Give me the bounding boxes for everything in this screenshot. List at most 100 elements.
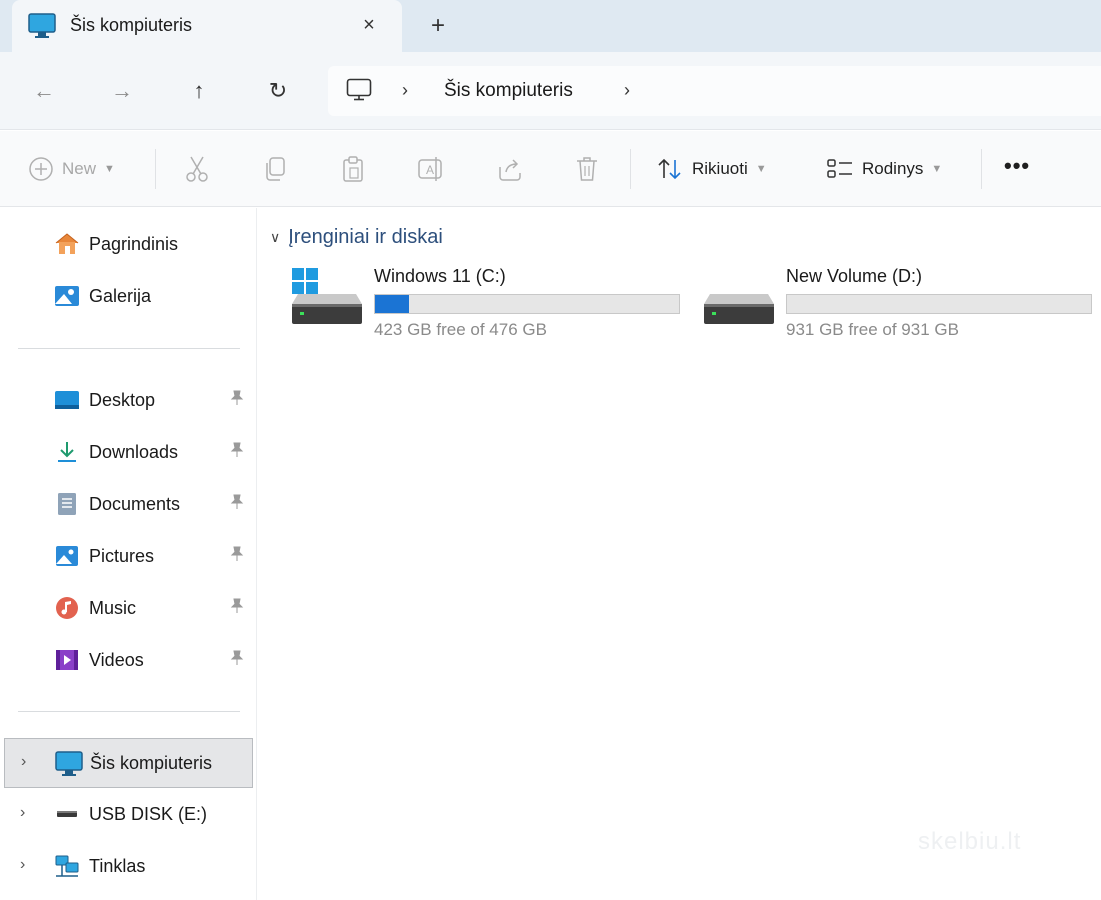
sidebar-item-home[interactable]: Pagrindinis	[0, 222, 257, 266]
forward-button[interactable]: →	[106, 75, 138, 107]
navigation-pane: Pagrindinis Galerija Desktop Downloads D…	[0, 208, 257, 900]
more-options-button[interactable]: •••	[1004, 153, 1030, 179]
sidebar-item-label: Pictures	[89, 546, 155, 566]
tab-this-pc[interactable]: Šis kompiuteris ×	[12, 0, 402, 52]
drive-usage-bar	[374, 294, 680, 314]
sort-arrows-icon	[658, 158, 681, 180]
chevron-right-icon[interactable]: ›	[20, 856, 25, 874]
content-pane: ∨ Įrenginiai ir diskai Windows 11 (C:) 4…	[258, 208, 1101, 900]
chevron-right-icon[interactable]: ›	[20, 804, 25, 822]
monitor-icon	[55, 751, 83, 776]
trash-icon	[577, 157, 597, 181]
drive-usage-bar	[786, 294, 1092, 314]
pin-icon[interactable]	[230, 650, 244, 669]
pictures-icon	[54, 544, 80, 568]
chevron-down-icon[interactable]: ∨	[270, 229, 280, 246]
command-bar: New ▼ A Rikiuoti ▼ Rodinys ▼ •••	[0, 131, 1101, 207]
rename-icon: A	[418, 157, 442, 181]
sort-button[interactable]: Rikiuoti ▼	[656, 153, 767, 185]
close-icon[interactable]: ×	[356, 10, 382, 40]
monitor-icon	[28, 13, 56, 44]
sidebar-item-downloads[interactable]: Downloads	[0, 430, 257, 474]
sidebar-item-label: Videos	[89, 650, 144, 670]
pin-icon[interactable]	[230, 390, 244, 409]
drive-name: New Volume (D:)	[786, 266, 923, 286]
divider	[630, 149, 631, 189]
watermark: skelbiu.lt	[918, 828, 1022, 855]
share-button[interactable]	[496, 153, 524, 185]
title-tab-bar: Šis kompiuteris × +	[0, 0, 1101, 52]
view-button[interactable]: Rodinys ▼	[826, 153, 942, 185]
paste-button[interactable]	[340, 153, 366, 185]
divider	[18, 711, 240, 712]
divider	[981, 149, 982, 189]
desktop-icon	[54, 388, 80, 412]
chevron-right-icon[interactable]: ›	[21, 753, 26, 771]
sidebar-item-label: Tinklas	[89, 856, 146, 876]
videos-icon	[54, 648, 80, 672]
sidebar-item-music[interactable]: Music	[0, 586, 257, 630]
sidebar-item-pictures[interactable]: Pictures	[0, 534, 257, 578]
breadcrumb-separator[interactable]: ›	[624, 80, 630, 101]
breadcrumb-this-pc[interactable]: Šis kompiuteris	[444, 80, 573, 102]
sidebar-item-network[interactable]: › Tinklas	[0, 844, 257, 888]
delete-button[interactable]	[574, 153, 600, 185]
sidebar-item-label: Galerija	[89, 286, 152, 306]
documents-icon	[54, 492, 80, 516]
chevron-down-icon: ▼	[104, 163, 115, 175]
sidebar-item-label: Šis kompiuteris	[90, 753, 213, 773]
group-title: Įrenginiai ir diskai	[288, 226, 443, 248]
view-label: Rodinys	[862, 159, 924, 178]
sidebar-item-documents[interactable]: Documents	[0, 482, 257, 526]
sidebar-item-label: Documents	[89, 494, 181, 514]
pin-icon[interactable]	[230, 442, 244, 461]
cut-button[interactable]	[184, 153, 210, 185]
windows-drive-icon	[292, 264, 366, 331]
new-button[interactable]: New ▼	[28, 153, 115, 185]
navigation-bar: ← → ↑ ↻ › Šis kompiuteris ›	[0, 52, 1101, 130]
copy-button[interactable]	[262, 153, 288, 185]
sidebar-item-label: Downloads	[89, 442, 179, 462]
chevron-down-icon: ▼	[931, 163, 943, 175]
new-tab-button[interactable]: +	[424, 12, 452, 40]
group-header-devices[interactable]: ∨ Įrenginiai ir diskai	[270, 226, 443, 249]
sidebar-item-desktop[interactable]: Desktop	[0, 378, 257, 422]
clipboard-icon	[343, 156, 363, 182]
drive-d[interactable]: New Volume (D:) 931 GB free of 931 GB	[704, 264, 1101, 344]
sidebar-item-label: Music	[89, 598, 137, 618]
sidebar-item-label: USB DISK (E:)	[89, 804, 208, 824]
sidebar-item-this-pc[interactable]: › Šis kompiuteris	[4, 738, 253, 788]
drive-free-space: 423 GB free of 476 GB	[374, 320, 547, 339]
copy-icon	[266, 157, 285, 181]
pin-icon[interactable]	[230, 598, 244, 617]
music-icon	[54, 596, 80, 620]
pin-icon[interactable]	[230, 494, 244, 513]
sidebar-item-usb-disk[interactable]: › USB DISK (E:)	[0, 792, 257, 836]
sidebar-item-label: Desktop	[89, 390, 156, 410]
back-button[interactable]: ←	[28, 75, 60, 107]
drive-c[interactable]: Windows 11 (C:) 423 GB free of 476 GB	[292, 264, 692, 344]
up-button[interactable]: ↑	[183, 75, 215, 107]
share-icon	[499, 159, 521, 181]
rename-button[interactable]: A	[416, 153, 444, 185]
address-bar[interactable]: › Šis kompiuteris ›	[328, 66, 1101, 116]
divider	[155, 149, 156, 189]
refresh-button[interactable]: ↻	[262, 75, 294, 107]
new-label: New	[62, 159, 97, 178]
drive-name: Windows 11 (C:)	[374, 266, 506, 286]
scissors-icon	[186, 156, 208, 182]
sidebar-item-gallery[interactable]: Galerija	[0, 274, 257, 318]
breadcrumb-separator[interactable]: ›	[402, 80, 408, 101]
home-icon	[54, 232, 80, 256]
drive-free-space: 931 GB free of 931 GB	[786, 320, 959, 339]
hard-drive-icon	[704, 264, 778, 331]
chevron-down-icon: ▼	[755, 163, 767, 175]
view-list-icon	[827, 159, 852, 178]
pin-icon[interactable]	[230, 546, 244, 565]
drive-usage-fill	[375, 295, 409, 313]
plus-circle-icon	[29, 157, 53, 181]
downloads-icon	[54, 440, 80, 464]
sort-label: Rikiuoti	[692, 159, 748, 178]
sidebar-item-videos[interactable]: Videos	[0, 638, 257, 682]
tab-title: Šis kompiuteris	[70, 15, 193, 35]
